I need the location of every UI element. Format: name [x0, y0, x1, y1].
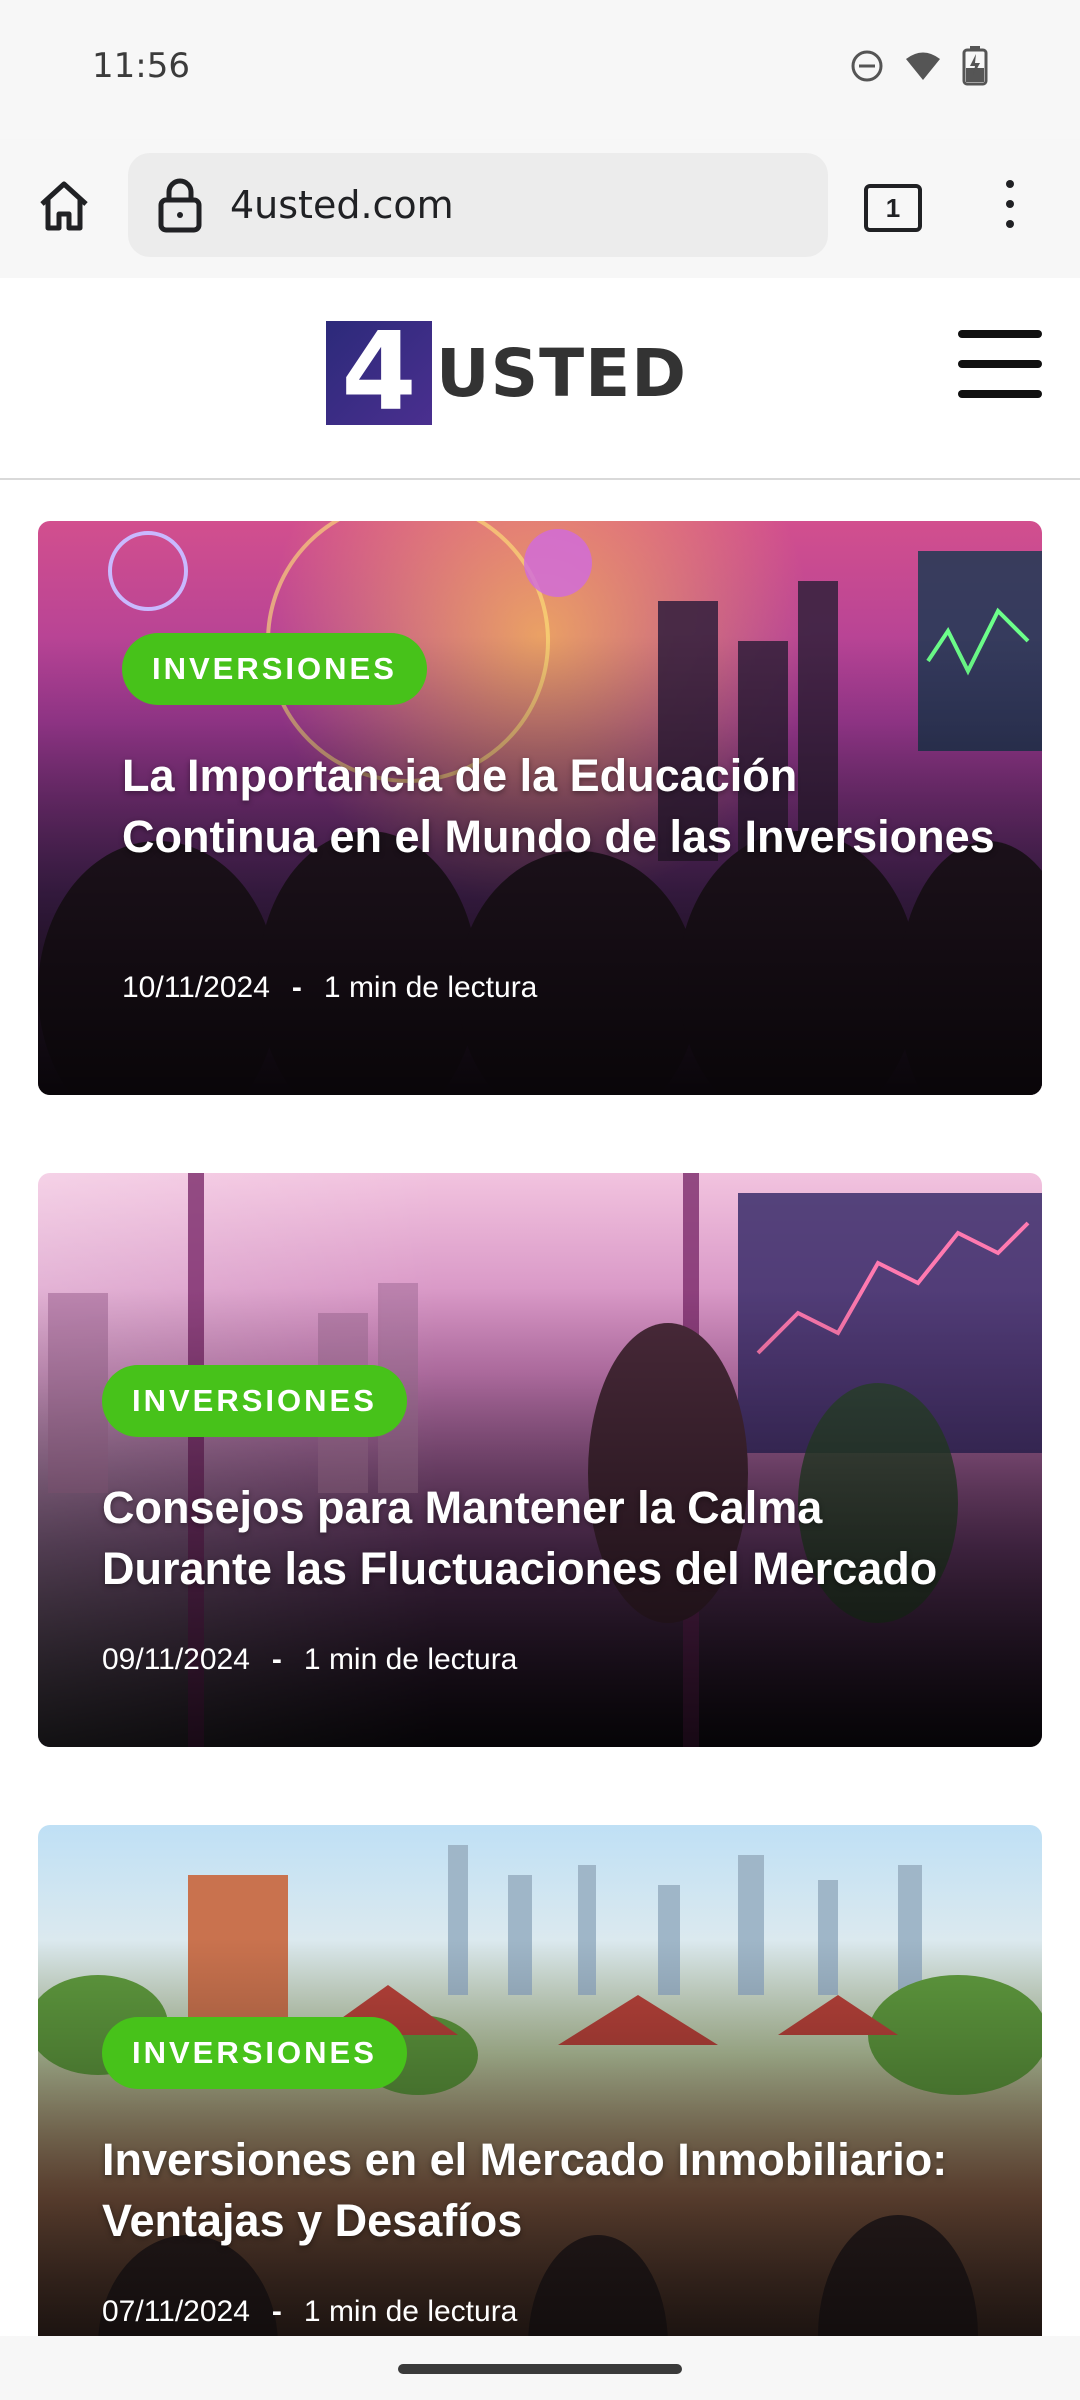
article-date: 10/11/2024	[122, 971, 270, 1004]
article-meta: 09/11/2024 - 1 min de lectura	[102, 1643, 517, 1677]
article-card[interactable]: INVERSIONES Inversiones en el Mercado In…	[38, 1825, 1042, 2399]
read-time: 1 min de lectura	[323, 971, 538, 1004]
meta-separator: -	[271, 1643, 282, 1676]
logo-mark: 4	[326, 319, 432, 427]
tab-switcher-button[interactable]: 1	[864, 184, 922, 232]
article-meta: 10/11/2024 - 1 min de lectura	[122, 971, 537, 1005]
article-card[interactable]: INVERSIONES La Importancia de la Educaci…	[38, 521, 1042, 1095]
browser-toolbar: 4usted.com 1	[0, 140, 1080, 278]
article-title[interactable]: La Importancia de la Educación Continua …	[122, 745, 1002, 867]
gesture-handle[interactable]	[398, 2364, 682, 2374]
article-title[interactable]: Consejos para Mantener la Calma Durante …	[102, 1477, 982, 1599]
battery-charging-icon	[962, 46, 988, 91]
home-button[interactable]	[34, 176, 94, 236]
meta-separator: -	[271, 2295, 282, 2328]
article-title[interactable]: Inversiones en el Mercado Inmobiliario: …	[102, 2129, 982, 2251]
url-text[interactable]: 4usted.com	[230, 183, 454, 227]
wifi-icon	[904, 50, 942, 87]
site-logo[interactable]: 4 USTED	[326, 318, 687, 428]
article-card[interactable]: INVERSIONES Consejos para Mantener la Ca…	[38, 1173, 1042, 1747]
menu-kebab-icon[interactable]	[1004, 180, 1016, 236]
home-icon	[40, 181, 88, 231]
site-header: 4 USTED	[0, 278, 1080, 480]
article-date: 09/11/2024	[102, 1643, 250, 1676]
address-bar[interactable]: 4usted.com	[128, 153, 828, 257]
do-not-disturb-icon	[850, 49, 884, 88]
lock-icon[interactable]	[156, 177, 204, 233]
read-time: 1 min de lectura	[303, 2295, 518, 2328]
article-date: 07/11/2024	[102, 2295, 250, 2328]
category-badge[interactable]: INVERSIONES	[102, 2017, 407, 2089]
status-icons	[850, 46, 988, 91]
hamburger-menu-icon[interactable]	[958, 330, 1042, 402]
category-badge[interactable]: INVERSIONES	[122, 633, 427, 705]
category-badge[interactable]: INVERSIONES	[102, 1365, 407, 1437]
logo-word: USTED	[436, 334, 688, 412]
read-time: 1 min de lectura	[303, 1643, 518, 1676]
meta-separator: -	[291, 971, 302, 1004]
status-bar: 11:56	[0, 0, 1080, 140]
gesture-nav-bar[interactable]	[0, 2336, 1080, 2400]
article-meta: 07/11/2024 - 1 min de lectura	[102, 2295, 517, 2329]
status-time: 11:56	[92, 46, 190, 86]
